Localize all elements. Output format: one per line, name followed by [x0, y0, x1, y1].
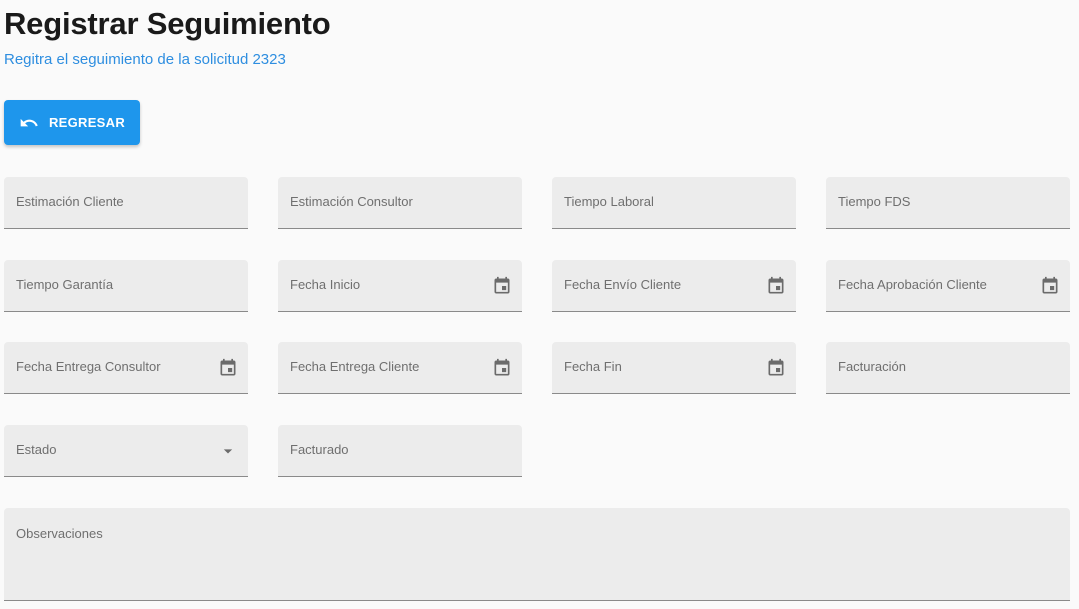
- fecha-entrega-cliente-field[interactable]: Fecha Entrega Cliente: [278, 342, 522, 394]
- calendar-icon[interactable]: [492, 358, 512, 378]
- fecha-envio-cliente-field[interactable]: Fecha Envío Cliente: [552, 260, 796, 312]
- facturado-field[interactable]: Facturado: [278, 425, 522, 477]
- tiempo-garantia-field[interactable]: Tiempo Garantía: [4, 260, 248, 312]
- calendar-icon[interactable]: [766, 276, 786, 296]
- fecha-inicio-field[interactable]: Fecha Inicio: [278, 260, 522, 312]
- fecha-envio-cliente-label: Fecha Envío Cliente: [564, 277, 682, 292]
- estimacion-cliente-label: Estimación Cliente: [16, 194, 124, 209]
- facturacion-field[interactable]: Facturación: [826, 342, 1070, 394]
- estimacion-consultor-label: Estimación Consultor: [290, 194, 413, 209]
- tiempo-garantia-label: Tiempo Garantía: [16, 277, 114, 292]
- tiempo-laboral-label: Tiempo Laboral: [564, 194, 654, 209]
- observaciones-label: Observaciones: [16, 526, 103, 541]
- estimacion-cliente-field[interactable]: Estimación Cliente: [4, 177, 248, 229]
- page-title: Registrar Seguimiento: [4, 6, 331, 41]
- fecha-inicio-label: Fecha Inicio: [290, 277, 361, 292]
- fecha-fin-label: Fecha Fin: [564, 359, 622, 374]
- calendar-icon[interactable]: [1040, 276, 1060, 296]
- calendar-icon[interactable]: [218, 358, 238, 378]
- fecha-entrega-cliente-label: Fecha Entrega Cliente: [290, 359, 420, 374]
- fecha-aprobacion-cliente-field[interactable]: Fecha Aprobación Cliente: [826, 260, 1070, 312]
- estimacion-consultor-field[interactable]: Estimación Consultor: [278, 177, 522, 229]
- facturacion-label: Facturación: [838, 359, 906, 374]
- fecha-fin-field[interactable]: Fecha Fin: [552, 342, 796, 394]
- calendar-icon[interactable]: [766, 358, 786, 378]
- page-subtitle: Regitra el seguimiento de la solicitud 2…: [4, 51, 286, 68]
- facturado-label: Facturado: [290, 442, 349, 457]
- back-button[interactable]: REGRESAR: [4, 100, 140, 145]
- dropdown-arrow-icon: [218, 441, 238, 461]
- observaciones-textarea[interactable]: Observaciones: [4, 508, 1070, 601]
- tiempo-fds-field[interactable]: Tiempo FDS: [826, 177, 1070, 229]
- estado-select[interactable]: Estado: [4, 425, 248, 477]
- back-button-label: REGRESAR: [48, 115, 126, 130]
- fecha-entrega-consultor-field[interactable]: Fecha Entrega Consultor: [4, 342, 248, 394]
- calendar-icon[interactable]: [492, 276, 512, 296]
- page: Registrar Seguimiento Regitra el seguimi…: [0, 0, 1079, 609]
- undo-icon: [19, 113, 39, 133]
- tiempo-laboral-field[interactable]: Tiempo Laboral: [552, 177, 796, 229]
- fecha-aprobacion-cliente-label: Fecha Aprobación Cliente: [838, 277, 987, 292]
- tiempo-fds-label: Tiempo FDS: [838, 194, 911, 209]
- estado-label: Estado: [16, 442, 57, 457]
- fecha-entrega-consultor-label: Fecha Entrega Consultor: [16, 359, 161, 374]
